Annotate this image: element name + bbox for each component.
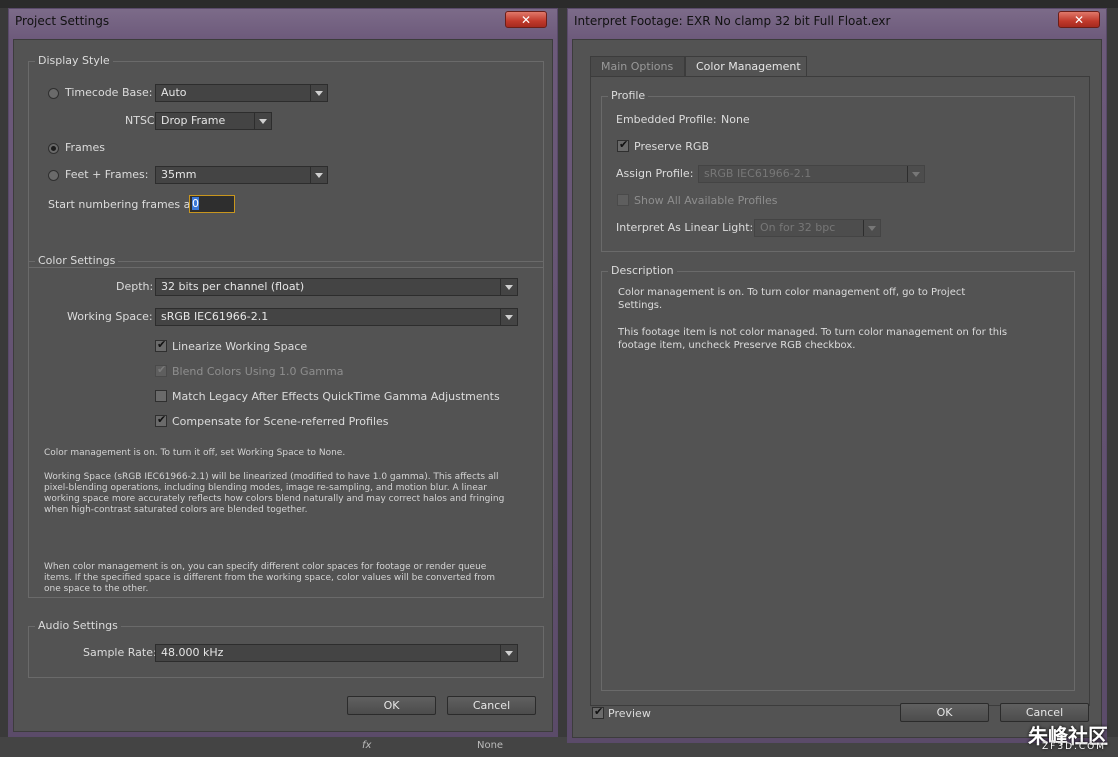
title-bar: Interpret Footage: EXR No clamp 32 bit F…: [568, 9, 1106, 33]
chevron-down-icon: [500, 309, 517, 325]
fx-label: fx: [362, 740, 372, 751]
group-title: Profile: [608, 89, 649, 102]
preview-label: Preview: [608, 707, 651, 720]
timecode-base-label: Timecode Base:: [65, 86, 153, 99]
show-all-profiles-label: Show All Available Profiles: [634, 194, 778, 207]
embedded-profile-value: None: [721, 113, 750, 126]
title-bar: Project Settings ✕: [9, 9, 557, 33]
assign-profile-dropdown[interactable]: sRGB IEC61966-2.1: [698, 165, 925, 183]
frames-radio[interactable]: [48, 143, 59, 154]
close-button[interactable]: ✕: [505, 11, 547, 28]
chevron-down-icon: [863, 220, 880, 236]
blend-colors-checkbox[interactable]: [155, 363, 167, 377]
description-text-2: This footage item is not color managed. …: [618, 327, 1008, 351]
audio-settings-group: Audio Settings Sample Rate: 48.000 kHz: [28, 619, 544, 678]
sample-rate-label: Sample Rate:: [83, 646, 157, 659]
window-title: Interpret Footage: EXR No clamp 32 bit F…: [574, 14, 891, 28]
preserve-rgb-checkbox[interactable]: [617, 138, 629, 152]
none-label: None: [477, 740, 504, 751]
chevron-down-icon: [500, 645, 517, 661]
start-numbering-label: Start numbering frames at:: [48, 198, 199, 211]
watermark-sub: ZF3D.COM: [1042, 742, 1106, 752]
timecode-base-dropdown[interactable]: Auto: [155, 84, 328, 102]
sample-rate-dropdown[interactable]: 48.000 kHz: [155, 644, 518, 662]
feet-frames-radio[interactable]: [48, 170, 59, 181]
description-group: Description Color management is on. To t…: [601, 264, 1075, 691]
linearize-label: Linearize Working Space: [172, 340, 308, 353]
embedded-profile-label: Embedded Profile:: [616, 113, 717, 126]
cancel-button[interactable]: Cancel: [447, 696, 536, 715]
feet-frames-dropdown[interactable]: 35mm: [155, 166, 328, 184]
linearize-checkbox[interactable]: [155, 338, 167, 352]
assign-profile-label: Assign Profile:: [616, 167, 694, 180]
dropdown-value: 35mm: [161, 168, 197, 181]
chevron-down-icon: [310, 85, 327, 101]
background-strip: [0, 0, 1118, 8]
tab-color-management[interactable]: Color Management: [685, 56, 807, 76]
interpret-footage-window: Interpret Footage: EXR No clamp 32 bit F…: [567, 8, 1107, 743]
ok-button[interactable]: OK: [900, 703, 989, 722]
start-numbering-input[interactable]: 0: [189, 195, 235, 213]
tab-panel: Profile Embedded Profile: None Preserve …: [590, 76, 1090, 706]
description-text-1: Color management is on. To turn color ma…: [618, 287, 966, 311]
working-space-dropdown[interactable]: sRGB IEC61966-2.1: [155, 308, 518, 326]
feet-frames-label: Feet + Frames:: [65, 168, 149, 181]
dropdown-value: 48.000 kHz: [161, 646, 224, 659]
watermark-logo: 朱峰社区 ZF3D.COM: [1028, 720, 1108, 752]
input-value: 0: [192, 197, 199, 210]
display-style-group: Display Style Timecode Base: Auto NTSC: …: [28, 54, 544, 268]
color-info-2: Working Space (sRGB IEC61966-2.1) will b…: [44, 472, 505, 515]
dropdown-value: 32 bits per channel (float): [161, 280, 305, 293]
dropdown-value: sRGB IEC61966-2.1: [704, 167, 812, 180]
dropdown-value: Drop Frame: [161, 114, 226, 127]
ok-button[interactable]: OK: [347, 696, 436, 715]
match-legacy-checkbox[interactable]: [155, 390, 167, 402]
group-title: Audio Settings: [35, 619, 121, 632]
ntsc-dropdown[interactable]: Drop Frame: [155, 112, 272, 130]
frames-label: Frames: [65, 141, 106, 154]
working-space-label: Working Space:: [67, 310, 153, 323]
window-title: Project Settings: [15, 14, 110, 28]
timecode-base-radio[interactable]: [48, 88, 59, 99]
compensate-label: Compensate for Scene-referred Profiles: [172, 415, 389, 428]
group-title: Display Style: [35, 54, 113, 67]
close-button[interactable]: ✕: [1058, 11, 1100, 28]
dialog-body: Display Style Timecode Base: Auto NTSC: …: [13, 39, 553, 732]
tab-main-options[interactable]: Main Options: [590, 56, 685, 76]
preserve-rgb-label: Preserve RGB: [634, 140, 709, 153]
ntsc-label: NTSC:: [125, 114, 159, 127]
dropdown-value: Auto: [161, 86, 187, 99]
profile-group: Profile Embedded Profile: None Preserve …: [601, 89, 1075, 252]
color-info-3: When color management is on, you can spe…: [44, 562, 496, 594]
preview-checkbox[interactable]: [592, 705, 604, 719]
chevron-down-icon: [500, 279, 517, 295]
dropdown-value: sRGB IEC61966-2.1: [161, 310, 269, 323]
chevron-down-icon: [254, 113, 271, 129]
group-title: Color Settings: [35, 254, 119, 267]
group-title: Description: [608, 264, 677, 277]
compensate-checkbox[interactable]: [155, 413, 167, 427]
interpret-linear-dropdown[interactable]: On for 32 bpc: [754, 219, 881, 237]
match-legacy-label: Match Legacy After Effects QuickTime Gam…: [172, 390, 500, 403]
chevron-down-icon: [907, 166, 924, 182]
dropdown-value: On for 32 bpc: [760, 221, 836, 234]
color-info-1: Color management is on. To turn it off, …: [44, 448, 346, 458]
chevron-down-icon: [310, 167, 327, 183]
interpret-linear-label: Interpret As Linear Light:: [616, 221, 754, 234]
dialog-body: Main Options Color Management Profile Em…: [572, 39, 1102, 738]
project-settings-window: Project Settings ✕ Display Style Timecod…: [8, 8, 558, 737]
depth-label: Depth:: [116, 280, 154, 293]
show-all-profiles-checkbox[interactable]: [617, 194, 629, 206]
depth-dropdown[interactable]: 32 bits per channel (float): [155, 278, 518, 296]
blend-colors-label: Blend Colors Using 1.0 Gamma: [172, 365, 344, 378]
color-settings-group: Color Settings Depth: 32 bits per channe…: [28, 254, 544, 598]
